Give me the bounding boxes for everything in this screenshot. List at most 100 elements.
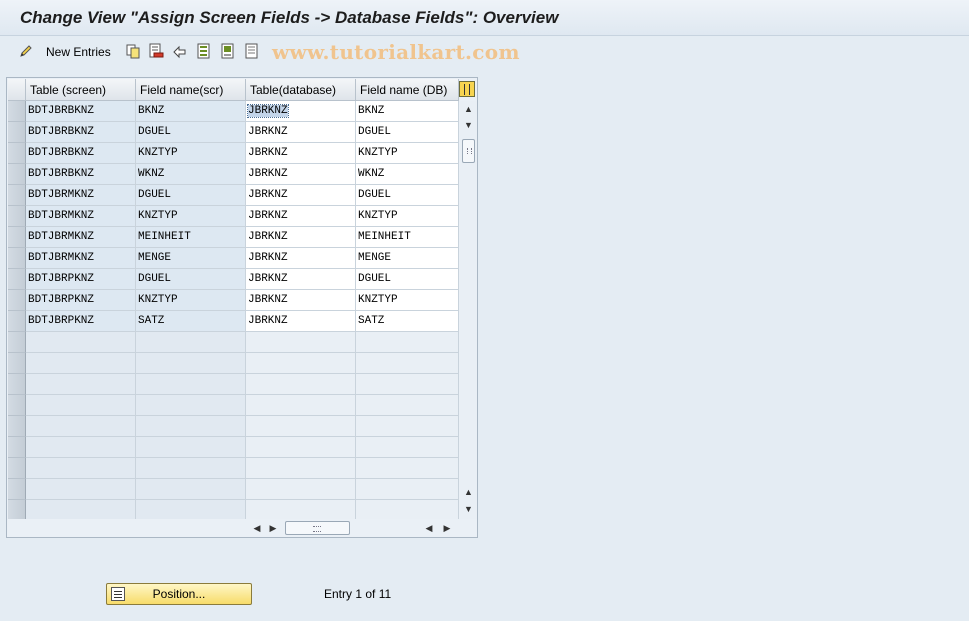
row-select-button[interactable] (8, 185, 26, 206)
table-database-cell[interactable]: JBRKNZ (246, 164, 356, 185)
field-name-scr-cell-text: WKNZ (138, 168, 165, 180)
empty-cell (26, 479, 136, 500)
empty-cell (136, 458, 246, 479)
table-screen-cell-text: BDTJBRMKNZ (28, 210, 95, 222)
empty-cell (136, 437, 246, 458)
row-select-button[interactable] (8, 164, 26, 185)
column-header-table-database[interactable]: Table(database) (246, 79, 356, 101)
empty-cell (356, 437, 459, 458)
field-name-db-cell-text: BKNZ (358, 105, 385, 117)
row-select-button[interactable] (8, 206, 26, 227)
table-database-cell[interactable]: JBRKNZ (246, 143, 356, 164)
field-name-scr-cell: WKNZ (136, 164, 246, 185)
select-all-rows-button[interactable] (8, 79, 26, 101)
table-row: BDTJBRBKNZ BKNZ JBRKNZ BKNZ (8, 101, 459, 122)
row-select-button[interactable] (8, 416, 26, 437)
new-entries-button[interactable]: New Entries (46, 45, 111, 59)
table-database-cell[interactable]: JBRKNZ (246, 122, 356, 143)
row-select-button[interactable] (8, 437, 26, 458)
row-select-button[interactable] (8, 143, 26, 164)
scroll-first-icon[interactable]: ◀ (250, 520, 264, 536)
field-name-scr-cell: MEINHEIT (136, 227, 246, 248)
field-name-db-cell[interactable]: MENGE (356, 248, 459, 269)
field-name-db-cell[interactable]: DGUEL (356, 269, 459, 290)
table-database-cell[interactable]: JBRKNZ (246, 185, 356, 206)
table-control: Table (screen) Field name(scr) Table(dat… (6, 77, 478, 538)
table-screen-cell: BDTJBRBKNZ (26, 122, 136, 143)
empty-table-row (8, 500, 459, 519)
field-name-db-cell[interactable]: BKNZ (356, 101, 459, 122)
field-name-db-cell-text: KNZTYP (358, 147, 398, 159)
column-header-field-name-scr[interactable]: Field name(scr) (136, 79, 246, 101)
scroll-left-icon[interactable]: ▶ (266, 520, 280, 536)
horizontal-scrollbar[interactable]: ◀ ▶ ◀ ▶ (247, 519, 457, 537)
field-name-db-cell[interactable]: SATZ (356, 311, 459, 332)
table-database-cell[interactable]: JBRKNZ (246, 206, 356, 227)
column-header-table-screen[interactable]: Table (screen) (26, 79, 136, 101)
page-up-icon[interactable]: ▲ (460, 484, 477, 500)
scroll-down-icon[interactable]: ▼ (460, 501, 477, 517)
field-name-db-cell[interactable]: MEINHEIT (356, 227, 459, 248)
row-select-button[interactable] (8, 227, 26, 248)
table-database-cell-text: JBRKNZ (247, 104, 289, 118)
empty-table-row (8, 353, 459, 374)
table-database-cell[interactable]: JBRKNZ (246, 227, 356, 248)
empty-cell (246, 395, 356, 416)
select-block-icon[interactable] (220, 43, 236, 59)
table-screen-cell: BDTJBRPKNZ (26, 311, 136, 332)
row-select-button[interactable] (8, 374, 26, 395)
empty-cell (246, 374, 356, 395)
position-button[interactable]: Position... (106, 583, 252, 605)
row-select-button[interactable] (8, 269, 26, 290)
row-select-button[interactable] (8, 458, 26, 479)
vertical-scrollbar[interactable]: ▲ ▼ ▲ ▼ (460, 101, 477, 519)
undo-icon[interactable] (172, 43, 188, 59)
row-select-button[interactable] (8, 248, 26, 269)
delete-icon[interactable] (148, 43, 164, 59)
table-database-cell[interactable]: JBRKNZ (246, 101, 356, 122)
table-row: BDTJBRBKNZ DGUEL JBRKNZ DGUEL (8, 122, 459, 143)
row-select-button[interactable] (8, 479, 26, 500)
select-all-icon[interactable] (196, 43, 212, 59)
field-name-db-cell-text: KNZTYP (358, 210, 398, 222)
field-name-db-cell-text: DGUEL (358, 189, 392, 201)
scroll-last-icon[interactable]: ▶ (440, 520, 454, 536)
field-name-db-cell[interactable]: WKNZ (356, 164, 459, 185)
empty-cell (26, 458, 136, 479)
row-select-button[interactable] (8, 332, 26, 353)
field-name-scr-cell-text: MEINHEIT (138, 231, 191, 243)
row-select-button[interactable] (8, 395, 26, 416)
row-select-button[interactable] (8, 353, 26, 374)
row-select-button[interactable] (8, 122, 26, 143)
field-name-db-cell[interactable]: KNZTYP (356, 143, 459, 164)
field-name-scr-cell: BKNZ (136, 101, 246, 122)
column-header-field-name-db[interactable]: Field name (DB) (356, 79, 459, 101)
deselect-all-icon[interactable] (244, 43, 260, 59)
row-select-button[interactable] (8, 101, 26, 122)
row-select-button[interactable] (8, 500, 26, 519)
copy-icon[interactable] (125, 43, 141, 59)
field-name-db-cell[interactable]: KNZTYP (356, 206, 459, 227)
vertical-scroll-thumb[interactable] (462, 139, 475, 163)
scroll-up-icon[interactable]: ▲ (460, 101, 477, 117)
table-database-cell[interactable]: JBRKNZ (246, 269, 356, 290)
table-screen-cell: BDTJBRBKNZ (26, 143, 136, 164)
table-database-cell[interactable]: JBRKNZ (246, 290, 356, 311)
table-database-cell-text: JBRKNZ (248, 252, 288, 264)
empty-cell (136, 353, 246, 374)
table-settings-icon[interactable] (459, 81, 475, 97)
field-name-scr-cell-text: DGUEL (138, 189, 172, 201)
row-select-button[interactable] (8, 290, 26, 311)
table-database-cell[interactable]: JBRKNZ (246, 248, 356, 269)
field-name-db-cell[interactable]: DGUEL (356, 185, 459, 206)
field-name-db-cell[interactable]: DGUEL (356, 122, 459, 143)
horizontal-scroll-thumb[interactable] (285, 521, 350, 535)
new-entries-icon[interactable] (18, 43, 34, 59)
page-down-icon[interactable]: ▼ (460, 117, 477, 133)
scroll-right-icon[interactable]: ◀ (422, 520, 436, 536)
field-name-scr-cell-text: SATZ (138, 315, 165, 327)
row-select-button[interactable] (8, 311, 26, 332)
table-database-cell[interactable]: JBRKNZ (246, 311, 356, 332)
field-name-db-cell[interactable]: KNZTYP (356, 290, 459, 311)
field-name-scr-cell-text: KNZTYP (138, 147, 178, 159)
